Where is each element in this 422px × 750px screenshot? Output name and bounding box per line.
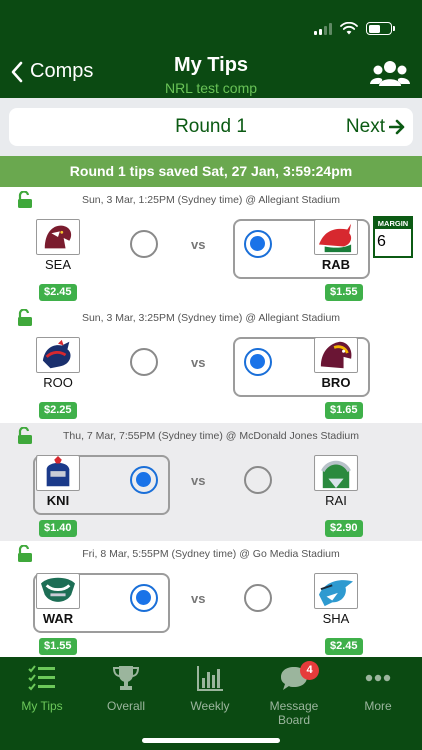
away-team[interactable]: RAB xyxy=(306,219,366,272)
vs-label: vs xyxy=(191,473,206,488)
notification-badge: 4 xyxy=(300,661,319,680)
round-bar: Round 1 Next xyxy=(9,108,413,146)
bar-chart-icon xyxy=(197,666,223,691)
next-round-button[interactable]: Next xyxy=(346,116,405,138)
tab-overall[interactable]: Overall xyxy=(84,663,168,713)
team-code: RAB xyxy=(321,257,351,272)
pick-away-radio[interactable] xyxy=(244,584,272,612)
tab-my-tips[interactable]: My Tips xyxy=(0,663,84,713)
away-team[interactable]: SHA xyxy=(306,573,366,626)
round-selector: Round 1 Next xyxy=(0,98,422,156)
tab-label: Overall xyxy=(106,699,145,713)
roosters-logo-icon xyxy=(36,337,80,373)
home-team[interactable]: WAR xyxy=(28,573,88,626)
rabbitohs-logo-icon xyxy=(314,219,358,255)
margin-label: MARGIN xyxy=(375,218,411,229)
tab-more[interactable]: More xyxy=(336,663,420,713)
tab-label: Weekly xyxy=(190,699,230,713)
away-team[interactable]: RAI xyxy=(306,455,366,508)
pick-away-radio[interactable] xyxy=(244,348,272,376)
battery-icon xyxy=(366,22,395,35)
next-label: Next xyxy=(345,116,385,137)
margin-value[interactable]: 6 xyxy=(375,229,411,255)
match-info: Sun, 3 Mar, 1:25PM (Sydney time) @ Alleg… xyxy=(81,194,341,206)
page-title: My Tips xyxy=(173,54,249,76)
away-odds-badge: $2.90 xyxy=(325,520,363,537)
tab-bar: My Tips Overall Weekly 4 Message Board M… xyxy=(0,657,422,750)
status-bar xyxy=(314,22,395,35)
tab-weekly[interactable]: Weekly xyxy=(168,663,252,713)
nav-header: Comps My Tips NRL test comp xyxy=(0,0,422,98)
home-team[interactable]: KNI xyxy=(28,455,88,508)
sharks-logo-icon xyxy=(314,573,358,609)
match-info: Sun, 3 Mar, 3:25PM (Sydney time) @ Alleg… xyxy=(81,312,341,324)
vs-label: vs xyxy=(191,237,206,252)
team-code: SEA xyxy=(44,257,71,272)
away-odds-badge: $1.65 xyxy=(325,402,363,419)
team-code: RAI xyxy=(325,493,347,508)
team-code: BRO xyxy=(321,375,351,390)
more-dots-icon xyxy=(365,674,391,682)
away-odds-badge: $1.55 xyxy=(325,284,363,301)
tab-label: Message Board xyxy=(269,699,319,727)
vs-label: vs xyxy=(191,355,206,370)
tab-label: My Tips xyxy=(21,699,63,713)
vs-label: vs xyxy=(191,591,206,606)
home-indicator xyxy=(142,738,280,743)
home-team[interactable]: SEA xyxy=(28,219,88,272)
match-info: Thu, 7 Mar, 7:55PM (Sydney time) @ McDon… xyxy=(62,430,360,442)
home-odds-badge: $2.45 xyxy=(39,284,77,301)
team-code: SHA xyxy=(322,611,350,626)
margin-field[interactable]: MARGIN 6 xyxy=(373,216,413,258)
comp-subtitle: NRL test comp xyxy=(164,80,258,96)
sea-eagles-logo-icon xyxy=(36,219,80,255)
raiders-logo-icon xyxy=(314,455,358,491)
saved-banner: Round 1 tips saved Sat, 27 Jan, 3:59:24p… xyxy=(0,156,422,187)
arrow-right-icon xyxy=(389,119,405,135)
home-odds-badge: $2.25 xyxy=(39,402,77,419)
team-code: WAR xyxy=(42,611,74,626)
tab-message-board[interactable]: 4 Message Board xyxy=(252,661,336,727)
knights-logo-icon xyxy=(36,455,80,491)
home-odds-badge: $1.55 xyxy=(39,638,77,655)
tab-label: More xyxy=(364,699,392,713)
wifi-icon xyxy=(340,22,358,35)
pick-home-radio[interactable] xyxy=(130,584,158,612)
pick-home-radio[interactable] xyxy=(130,466,158,494)
match-info: Fri, 8 Mar, 5:55PM (Sydney time) @ Go Me… xyxy=(82,548,340,560)
match-row: Thu, 7 Mar, 7:55PM (Sydney time) @ McDon… xyxy=(0,423,422,541)
home-team[interactable]: ROO xyxy=(28,337,88,390)
away-odds-badge: $2.45 xyxy=(325,638,363,655)
warriors-logo-icon xyxy=(36,573,80,609)
trophy-icon xyxy=(112,666,140,690)
broncos-logo-icon xyxy=(314,337,358,373)
group-icon[interactable] xyxy=(370,58,410,88)
match-row: Sun, 3 Mar, 3:25PM (Sydney time) @ Alleg… xyxy=(0,305,422,423)
pick-home-radio[interactable] xyxy=(130,348,158,376)
pick-away-radio[interactable] xyxy=(244,466,272,494)
team-code: KNI xyxy=(46,493,70,508)
checklist-icon xyxy=(28,665,55,691)
match-row: Fri, 8 Mar, 5:55PM (Sydney time) @ Go Me… xyxy=(0,541,422,659)
pick-home-radio[interactable] xyxy=(130,230,158,258)
signal-icon xyxy=(314,22,332,35)
team-code: ROO xyxy=(43,375,73,390)
match-row: Sun, 3 Mar, 1:25PM (Sydney time) @ Alleg… xyxy=(0,187,422,305)
pick-away-radio[interactable] xyxy=(244,230,272,258)
away-team[interactable]: BRO xyxy=(306,337,366,390)
home-odds-badge: $1.40 xyxy=(39,520,77,537)
